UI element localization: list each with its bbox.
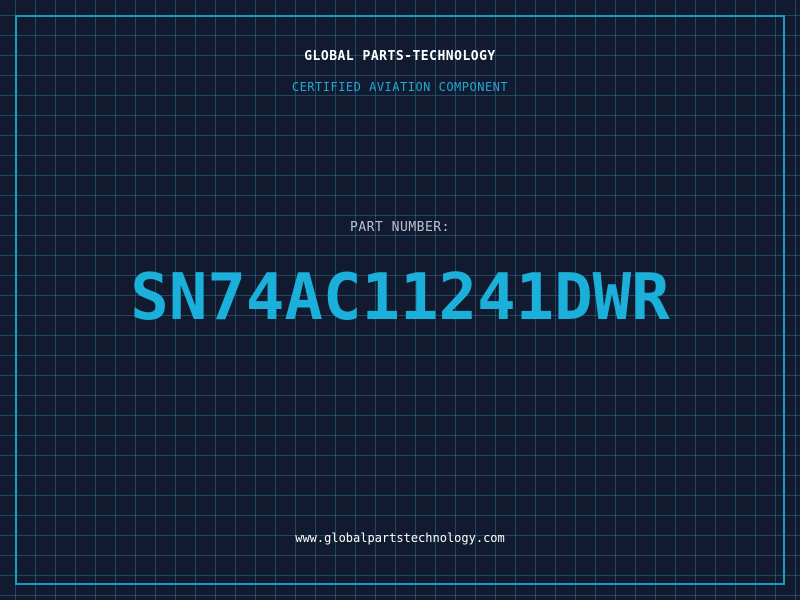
tagline: CERTIFIED AVIATION COMPONENT	[291, 80, 509, 94]
website-url: www.globalpartstechnology.com	[295, 531, 505, 545]
part-number-value: SN74AC11241DWR	[130, 261, 670, 335]
company-name: GLOBAL PARTS-TECHNOLOGY	[304, 49, 496, 64]
part-number-label: PART NUMBER:	[350, 220, 450, 235]
